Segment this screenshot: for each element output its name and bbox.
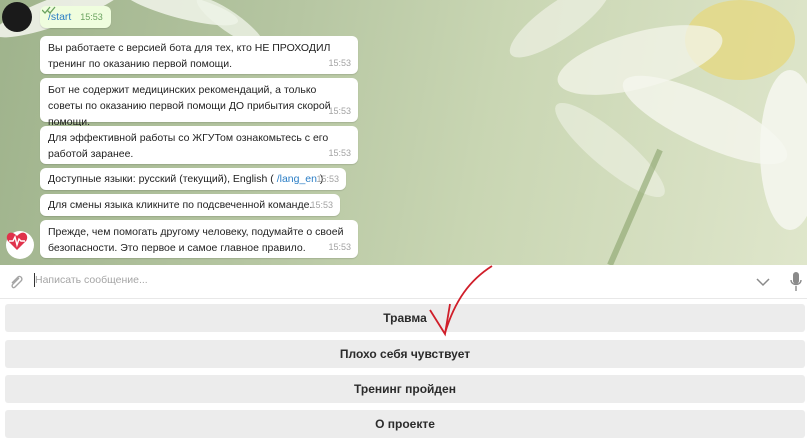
- chevron-down-icon[interactable]: [756, 277, 770, 287]
- double-check-icon: [42, 6, 56, 14]
- lang-en-command-link[interactable]: /lang_en: [277, 173, 317, 185]
- message-text: Вы работаете с версией бота для тех, кто…: [48, 42, 331, 70]
- message-time: 15:53: [328, 242, 351, 252]
- message-time: 15:53: [80, 12, 103, 22]
- keyboard-button-trauma[interactable]: Травма: [5, 304, 805, 332]
- user-avatar[interactable]: [2, 2, 32, 32]
- bot-avatar[interactable]: [6, 231, 34, 259]
- keyboard-button-feeling-unwell[interactable]: Плохо себя чувствует: [5, 340, 805, 368]
- message-bubble: Доступные языки: русский (текущий), Engl…: [40, 168, 346, 190]
- message-text: Для эффективной работы со ЖГУТом ознаком…: [48, 132, 329, 160]
- message-input[interactable]: Написать сообщение...: [35, 274, 148, 286]
- message-text: Прежде, чем помогать другому человеку, п…: [48, 226, 344, 254]
- message-text: Доступные языки: русский (текущий), Engl…: [48, 173, 277, 185]
- message-time: 15:53: [328, 58, 351, 68]
- message-time: 15:53: [310, 200, 333, 210]
- message-bubble: Вы работаете с версией бота для тех, кто…: [40, 36, 358, 74]
- message-text: Для смены языка кликните по подсвеченной…: [48, 199, 313, 211]
- message-bubble: Для смены языка кликните по подсвеченной…: [40, 194, 340, 216]
- keyboard-button-training-passed[interactable]: Тренинг пройден: [5, 375, 805, 403]
- keyboard-button-about[interactable]: О проекте: [5, 410, 805, 438]
- message-bubble: Для эффективной работы со ЖГУТом ознаком…: [40, 126, 358, 164]
- microphone-icon[interactable]: [790, 272, 802, 292]
- message-text: Бот не содержит медицинских рекомендаций…: [48, 84, 331, 128]
- heart-pulse-icon: [6, 232, 28, 250]
- message-input-bar: Написать сообщение...: [0, 265, 807, 299]
- message-time: 15:53: [328, 106, 351, 116]
- paperclip-icon[interactable]: [9, 273, 23, 291]
- message-time: 15:53: [328, 148, 351, 158]
- outgoing-message: /start 15:53: [40, 6, 111, 28]
- message-time: 15:53: [316, 174, 339, 184]
- chat-background: /start 15:53 Вы работаете с версией бота…: [0, 0, 807, 265]
- message-bubble: Бот не содержит медицинских рекомендаций…: [40, 78, 358, 128]
- message-bubble: Прежде, чем помогать другому человеку, п…: [40, 220, 358, 258]
